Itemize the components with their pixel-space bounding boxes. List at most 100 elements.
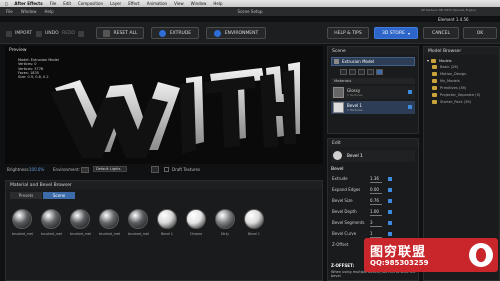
tree-root-models[interactable]: ▾ Models xyxy=(427,58,452,63)
reset-all-button[interactable]: RESET ALL xyxy=(96,27,144,39)
tree-folder[interactable]: Primitives (36) xyxy=(432,86,466,90)
tool-icon[interactable] xyxy=(340,69,347,75)
material-item[interactable]: Bevel 1 xyxy=(157,209,177,236)
keyframe-icon[interactable] xyxy=(388,210,392,214)
param-value[interactable]: 3 xyxy=(370,220,373,225)
folder-icon xyxy=(431,58,437,63)
chevron-down-icon: ▾ xyxy=(427,58,430,63)
material-ball xyxy=(186,209,206,229)
scene-panel: Scene Extrusion Model Materials Glossy 1… xyxy=(327,46,419,134)
tree-folder[interactable]: My_Models xyxy=(432,79,460,83)
material-item[interactable]: brushed_met xyxy=(99,209,120,236)
extruded-text-model[interactable] xyxy=(40,58,300,162)
material-browser-panel: Material and Bevel Browser Presets Scene… xyxy=(5,180,323,281)
material-label: Bevel 1 xyxy=(248,232,260,236)
folder-icon xyxy=(432,93,437,97)
material-ball xyxy=(128,209,148,229)
param-value[interactable]: 1 xyxy=(370,231,373,236)
keyframe-icon[interactable] xyxy=(388,188,392,192)
tool-icon[interactable] xyxy=(376,69,383,75)
folder-icon xyxy=(432,72,437,76)
material-label: brushed_met xyxy=(99,232,120,236)
material-item[interactable]: brushed_met xyxy=(12,209,33,236)
watermark-banner: 图穷联盟 QQ:985303259 xyxy=(364,238,498,272)
ok-button[interactable]: OK xyxy=(463,27,497,39)
draft-textures-checkbox[interactable] xyxy=(164,167,169,172)
param-label: Bevel Size xyxy=(332,198,353,203)
model-info: Model: Extrusion Model Vertices: 0 Verti… xyxy=(18,58,59,79)
window-menu-window[interactable]: Window xyxy=(21,9,37,14)
param-value-underline xyxy=(370,204,382,205)
param-value-underline xyxy=(370,226,382,227)
tree-folder[interactable]: Starter_Pack (39) xyxy=(432,100,471,104)
menu-composition[interactable]: Composition xyxy=(78,1,103,6)
import-button[interactable]: IMPORT xyxy=(6,28,32,39)
lights-select[interactable]: Default Lights xyxy=(93,166,127,172)
tool-icon[interactable] xyxy=(367,69,374,75)
window-menu: File Window Help xyxy=(6,9,54,14)
keyframe-icon[interactable] xyxy=(388,199,392,203)
param-value[interactable]: 1.00 xyxy=(370,209,379,214)
help-tips-button[interactable]: HELP & TIPS xyxy=(327,27,369,39)
window-menu-help[interactable]: Help xyxy=(44,9,53,14)
material-item[interactable]: Chrome xyxy=(186,209,206,236)
material-item[interactable]: brushed_met xyxy=(41,209,62,236)
scene-model-row[interactable]: Extrusion Model xyxy=(331,57,415,66)
tree-folder[interactable]: Motion_Design xyxy=(432,72,466,76)
material-ball xyxy=(215,209,235,229)
material-tabs: Presets Scene xyxy=(10,192,75,199)
window-menu-file[interactable]: File xyxy=(6,9,13,14)
tab-presets[interactable]: Presets xyxy=(10,192,42,199)
visibility-icon[interactable] xyxy=(408,105,412,109)
tool-icon[interactable] xyxy=(358,69,365,75)
view-toggle-icon[interactable] xyxy=(151,166,159,173)
scene-material-item[interactable]: Glossy 1 Textures xyxy=(331,86,415,99)
folder-label: Starter_Pack (39) xyxy=(440,100,472,104)
environment-swatch[interactable] xyxy=(81,167,89,173)
edit-material-name: Bevel 1 xyxy=(347,153,363,158)
scene-material-item[interactable]: Bevel 1 1 Textures xyxy=(331,101,415,114)
menu-window[interactable]: Window xyxy=(191,1,207,6)
cancel-button[interactable]: CANCEL xyxy=(423,27,459,39)
material-sub: 1 Textures xyxy=(347,108,363,112)
material-item[interactable]: brushed_met xyxy=(70,209,91,236)
folder-label: Motion_Design xyxy=(440,72,467,76)
material-ball xyxy=(99,209,119,229)
material-ball xyxy=(244,209,264,229)
visibility-icon[interactable] xyxy=(408,90,412,94)
3d-store-button[interactable]: 3D STORE ▾ xyxy=(374,27,418,39)
keyframe-icon[interactable] xyxy=(388,232,392,236)
menu-effect[interactable]: Effect xyxy=(128,1,140,6)
material-item[interactable]: Dirty xyxy=(215,209,235,236)
redo-button[interactable]: REDO xyxy=(62,28,87,39)
menu-app[interactable]: After Effects xyxy=(14,1,42,6)
param-value[interactable]: 0.00 xyxy=(370,187,379,192)
menu-help[interactable]: Help xyxy=(213,1,222,6)
undo-button[interactable]: UNDO xyxy=(36,28,59,39)
apple-icon[interactable]:  xyxy=(5,1,7,6)
param-value[interactable]: 1.36 xyxy=(370,176,379,181)
material-ball xyxy=(41,209,61,229)
environment-button[interactable]: ENVIRONMENT xyxy=(206,27,266,39)
tree-folder[interactable]: Projector_Separate (5) xyxy=(432,93,480,97)
tree-folder[interactable]: Basic (26) xyxy=(432,65,458,69)
menu-layer[interactable]: Layer xyxy=(110,1,121,6)
material-label: brushed_met xyxy=(70,232,91,236)
menu-edit[interactable]: Edit xyxy=(63,1,71,6)
edit-material-row[interactable]: Bevel 1 xyxy=(331,150,415,162)
keyframe-icon[interactable] xyxy=(388,177,392,181)
tab-scene[interactable]: Scene xyxy=(43,192,75,199)
material-item[interactable]: Bevel 1 xyxy=(244,209,264,236)
window-title: Scene Setup xyxy=(237,9,263,14)
undo-icon xyxy=(36,30,42,37)
tool-icon[interactable] xyxy=(349,69,356,75)
system-info: ATI Radeon HD 5870 OpenGL Engine xyxy=(421,9,476,12)
param-value[interactable]: 0.76 xyxy=(370,198,379,203)
menu-view[interactable]: View xyxy=(174,1,184,6)
menu-file[interactable]: File xyxy=(50,1,57,6)
extrude-button[interactable]: EXTRUDE xyxy=(151,27,199,39)
menu-animation[interactable]: Animation xyxy=(147,1,167,6)
material-item[interactable]: brushed_met xyxy=(128,209,149,236)
brightness-value[interactable]: 100.0% xyxy=(29,167,44,172)
keyframe-icon[interactable] xyxy=(388,221,392,225)
